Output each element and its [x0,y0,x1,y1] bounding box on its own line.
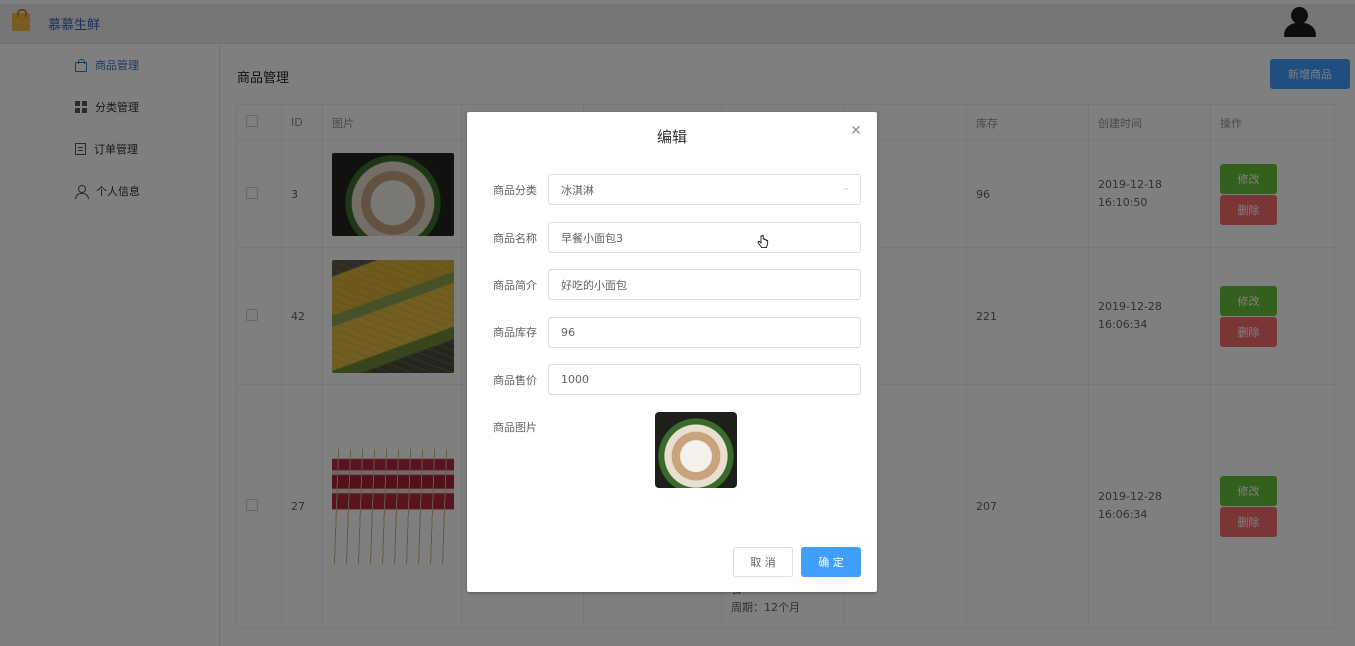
category-value: 冰淇淋 [561,183,594,197]
price-label: 商品售价 [493,374,537,387]
intro-label: 商品简介 [493,279,537,292]
price-field[interactable]: 1000 [548,364,861,395]
close-icon[interactable]: ✕ [849,124,863,138]
name-field[interactable]: 早餐小面包3 [548,222,861,253]
cancel-button[interactable]: 取 消 [733,547,793,577]
category-label: 商品分类 [493,184,537,197]
stock-field[interactable]: 96 [548,317,861,348]
stock-label: 商品库存 [493,326,537,339]
confirm-button[interactable]: 确 定 [801,547,861,577]
intro-field[interactable]: 好吃的小面包 [548,269,861,300]
dialog-title: 编辑 [656,128,687,146]
hand-cursor-icon [757,235,769,248]
category-select[interactable]: 冰淇淋 ⌄ [548,174,861,205]
image-label: 商品图片 [493,421,537,434]
chevron-down-icon: ⌄ [842,183,850,193]
app-root: 慕慕生鲜 商品管理 分类管理 订单管理 个人信息 商品管理 新增商品 [0,0,1355,646]
product-image-upload[interactable] [655,412,737,488]
name-label: 商品名称 [493,232,537,245]
edit-dialog: 编辑 ✕ 商品分类 冰淇淋 ⌄ 商品名称 早餐小面包3 商品简介 好吃的小面包 … [467,112,877,592]
